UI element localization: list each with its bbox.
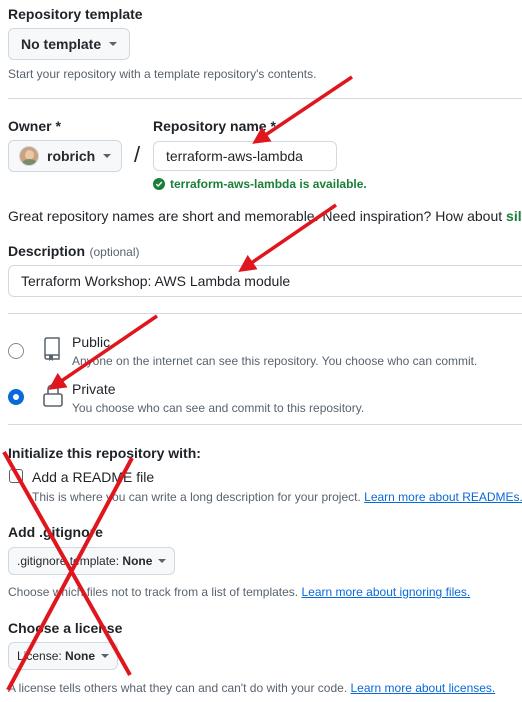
public-radio[interactable] [8,343,24,359]
repo-name-input[interactable]: terraform-aws-lambda [153,141,337,171]
license-description: A license tells others what they can and… [8,681,351,695]
owner-label: Owner * [8,118,61,134]
divider [8,98,522,99]
inspiration-line: Great repository names are short and mem… [8,208,522,224]
caret-down-icon [109,42,118,46]
readme-help: This is where you can write a long descr… [32,490,522,504]
readme-label[interactable]: Add a README file [32,469,154,485]
template-label: Repository template [8,6,143,22]
private-title: Private [72,381,116,397]
private-radio[interactable] [8,389,24,405]
inspiration-text: Great repository names are short and mem… [8,208,507,224]
owner-repo-separator: / [134,142,141,167]
license-help: A license tells others what they can and… [8,681,495,695]
repo-name-label: Repository name * [153,118,276,134]
gitignore-description: Choose which files not to track from a l… [8,585,302,599]
description-label-row: Description (optional) [8,243,140,261]
template-dropdown-button[interactable]: No template [8,28,131,60]
avatar [19,146,39,166]
lock-icon [42,384,64,413]
description-input[interactable]: Terraform Workshop: AWS Lambda module [8,265,522,297]
initialize-heading: Initialize this repository with: [8,445,201,461]
gitignore-heading: Add .gitignore [8,524,103,540]
gitignore-help: Choose which files not to track from a l… [8,585,470,599]
description-label: Description [8,243,86,259]
gitignore-template-dropdown[interactable]: .gitignore template: None [8,547,176,575]
caret-down-icon [158,559,167,563]
divider [8,424,522,425]
caret-down-icon [101,654,110,658]
optional-tag: (optional) [89,245,140,259]
gitignore-button-prefix: .gitignore template: [17,554,123,568]
readme-checkbox[interactable] [9,469,23,483]
readme-learn-more-link[interactable]: Learn more about READMEs. [364,490,522,504]
public-description: Anyone on the internet can see this repo… [72,354,478,368]
check-circle-icon [153,178,165,190]
license-dropdown[interactable]: License: None [8,642,119,670]
license-learn-more-link[interactable]: Learn more about licenses. [351,681,496,695]
template-button-label: No template [21,36,102,52]
name-suggestion[interactable]: silv [506,208,522,224]
availability-text: terraform-aws-lambda is available. [170,177,367,191]
license-button-prefix: License: [17,649,66,663]
license-button-value: None [65,649,96,663]
owner-value: robrich [47,148,96,164]
owner-dropdown-button[interactable]: robrich [8,140,123,172]
availability-message: terraform-aws-lambda is available. [153,177,367,191]
arrow-to-private [48,314,158,390]
private-description: You choose who can see and commit to thi… [72,401,365,415]
repo-icon [42,337,62,366]
caret-down-icon [103,154,112,158]
readme-description: This is where you can write a long descr… [32,490,365,504]
gitignore-button-value: None [122,554,153,568]
gitignore-learn-more-link[interactable]: Learn more about ignoring files. [301,585,470,599]
template-help: Start your repository with a template re… [8,67,317,81]
divider [8,313,522,314]
license-heading: Choose a license [8,620,123,636]
public-title: Public [72,334,111,350]
